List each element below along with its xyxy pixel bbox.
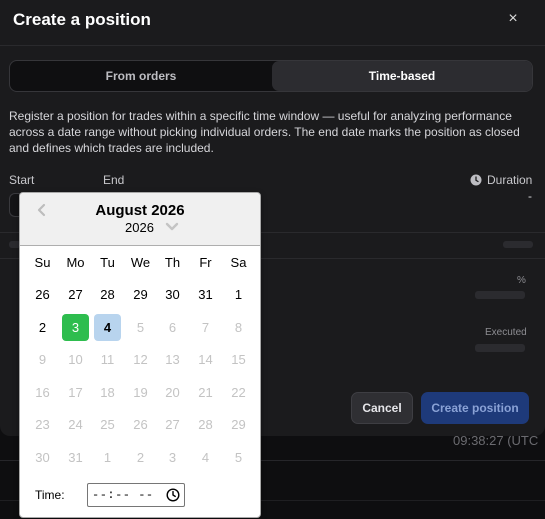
- calendar-day: 12: [133, 352, 148, 367]
- weekday-header: Mo: [66, 255, 85, 270]
- date-picker-header: August 2026 2026: [20, 193, 260, 246]
- calendar-day: 6: [168, 320, 177, 335]
- duration-label: Duration: [470, 173, 532, 187]
- calendar-day: 22: [231, 385, 246, 400]
- calendar-day[interactable]: 31: [192, 281, 219, 308]
- duration-value: -: [528, 189, 532, 203]
- calendar-day: 18: [100, 385, 115, 400]
- weekday-header: Su: [34, 255, 51, 270]
- create-position-button[interactable]: Create position: [421, 392, 529, 424]
- calendar-day[interactable]: 28: [94, 281, 121, 308]
- calendar-day[interactable]: 3: [62, 314, 89, 341]
- month-label: August 2026: [95, 202, 185, 219]
- percent-label: %: [517, 275, 526, 286]
- description-text: Register a position for trades within a …: [9, 109, 520, 155]
- weekday-header: Tu: [100, 255, 115, 270]
- calendar-day: 19: [133, 385, 148, 400]
- calendar-day: 4: [201, 450, 210, 465]
- tab-time-based[interactable]: Time-based: [272, 61, 532, 91]
- calendar-day[interactable]: 1: [225, 281, 252, 308]
- calendar-day: 8: [234, 320, 243, 335]
- calendar-day: 30: [35, 450, 50, 465]
- skeleton-placeholder: [475, 344, 525, 352]
- skeleton-placeholder: [503, 241, 533, 248]
- calendar-day: 29: [231, 417, 246, 432]
- calendar-day: 14: [198, 352, 213, 367]
- calendar-day: 26: [133, 417, 148, 432]
- calendar-day: 11: [100, 352, 115, 367]
- time-clock-icon[interactable]: [166, 488, 180, 502]
- calendar-day[interactable]: 4: [94, 314, 121, 341]
- calendar-day[interactable]: 29: [127, 281, 154, 308]
- calendar-day: 3: [168, 450, 177, 465]
- calendar-day: 31: [68, 450, 83, 465]
- calendar-day: 15: [231, 352, 246, 367]
- cancel-button[interactable]: Cancel: [351, 392, 413, 424]
- start-label: Start: [9, 173, 35, 187]
- executed-label: Executed: [485, 327, 527, 338]
- skeleton-placeholder: [475, 291, 525, 299]
- calendar-day: 16: [35, 385, 50, 400]
- calendar-day[interactable]: 26: [29, 281, 56, 308]
- date-picker-popup: August 2026 2026 Su Mo Tu We Th Fr Sa 26 27 28 29 3…: [19, 192, 261, 518]
- calendar-day: 13: [165, 352, 180, 367]
- calendar-day: 9: [38, 352, 47, 367]
- calendar-day: 24: [68, 417, 83, 432]
- weekday-header: Th: [164, 255, 181, 270]
- calendar-day: 2: [136, 450, 145, 465]
- year-select[interactable]: 2026: [125, 220, 154, 235]
- calendar-day: 10: [68, 352, 83, 367]
- calendar-day[interactable]: 27: [62, 281, 89, 308]
- calendar-day: 1: [103, 450, 112, 465]
- calendar-day: 28: [198, 417, 213, 432]
- mode-tabs: From orders Time-based: [9, 60, 533, 92]
- end-label: End: [103, 173, 125, 187]
- tab-from-orders[interactable]: From orders: [10, 61, 272, 91]
- close-icon[interactable]: ×: [503, 9, 523, 29]
- calendar-day: 5: [136, 320, 145, 335]
- weekday-header: We: [130, 255, 151, 270]
- calendar-day: 21: [198, 385, 213, 400]
- duration-label-text: Duration: [487, 173, 533, 187]
- calendar-day: 25: [100, 417, 115, 432]
- calendar-day: 7: [201, 320, 210, 335]
- divider: [0, 45, 545, 46]
- page: 09:38:27 (UTC Create a position × From o…: [0, 0, 545, 519]
- weekday-header: Sa: [230, 255, 247, 270]
- calendar-day: 17: [68, 385, 83, 400]
- weekday-header: Fr: [199, 255, 212, 270]
- calendar-day: 23: [35, 417, 50, 432]
- calendar-day[interactable]: 2: [29, 314, 56, 341]
- dialog-title: Create a position: [13, 10, 151, 29]
- calendar-day: 5: [234, 450, 243, 465]
- clock-icon: [470, 174, 482, 186]
- calendar-day[interactable]: 30: [159, 281, 186, 308]
- time-label: Time:: [35, 488, 65, 502]
- calendar-day: 20: [165, 385, 180, 400]
- calendar-day: 27: [165, 417, 180, 432]
- chevron-down-icon[interactable]: [164, 220, 180, 234]
